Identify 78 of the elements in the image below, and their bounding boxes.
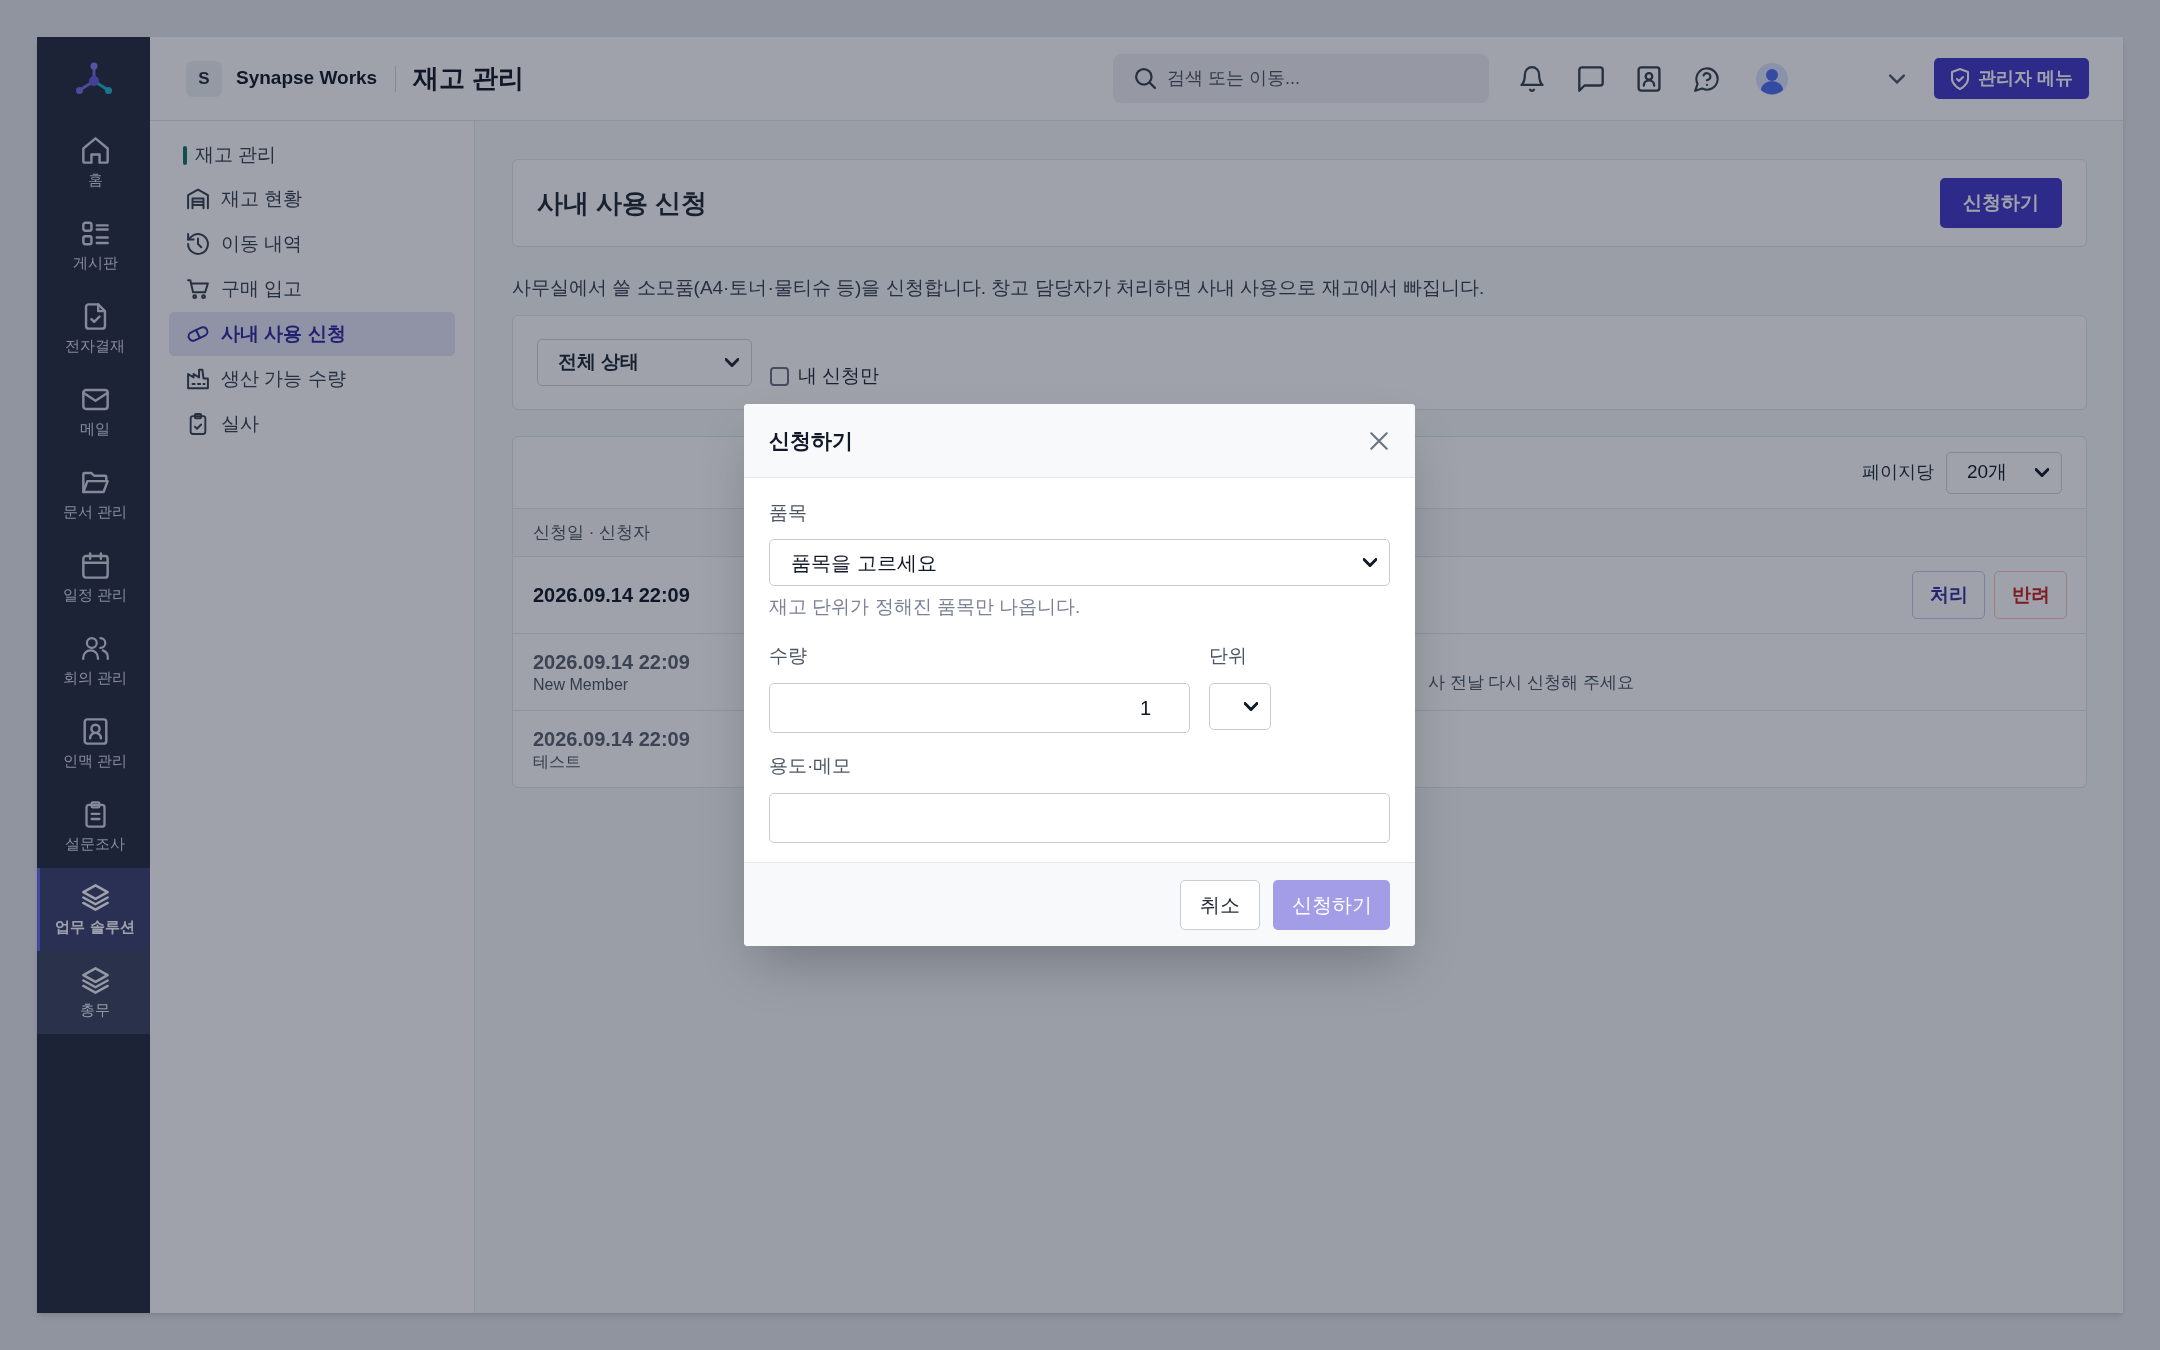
- nav-item[interactable]: 문서 관리: [37, 453, 150, 536]
- contact-card-icon[interactable]: [1637, 65, 1661, 92]
- date-text: 2026.09.14 22:09: [533, 650, 690, 675]
- nav-item[interactable]: 총무: [37, 951, 150, 1034]
- menu-item[interactable]: 구매 입고: [169, 267, 455, 311]
- factory-icon: [187, 368, 209, 390]
- section-heading: 재고 관리: [195, 142, 277, 167]
- search-field[interactable]: 검색 또는 이동...: [1113, 54, 1489, 103]
- warehouse-icon: [187, 188, 209, 210]
- home-icon: [81, 136, 109, 164]
- nav-item[interactable]: 설문조사: [37, 785, 150, 868]
- cancel-button[interactable]: 취소: [1180, 879, 1260, 930]
- quantity-input[interactable]: 1: [769, 683, 1190, 733]
- field-label: 단위: [1209, 644, 1247, 668]
- history-icon: [187, 233, 209, 255]
- search-icon: [1135, 68, 1156, 89]
- shield-check-icon: [1950, 67, 1970, 90]
- checkbox-label: 내 신청만: [798, 364, 880, 388]
- chevron-down-icon: [725, 358, 739, 367]
- avatar-icon[interactable]: [1756, 62, 1788, 95]
- chevron-down-icon: [2035, 468, 2049, 477]
- layers-icon: [81, 883, 109, 911]
- new-request-button[interactable]: 신청하기: [1940, 178, 2062, 228]
- help-icon[interactable]: [1694, 65, 1720, 92]
- field-label: 품목: [769, 501, 807, 525]
- page-title: 재고 관리: [413, 62, 525, 95]
- menu-item[interactable]: 실사: [169, 402, 455, 446]
- section-marker-icon: [183, 145, 187, 165]
- requester-text: 테스트: [533, 752, 581, 772]
- clipboard-check-icon: [187, 413, 209, 435]
- nav-item[interactable]: 게시판: [37, 204, 150, 287]
- users-icon: [81, 634, 109, 662]
- chevron-down-icon[interactable]: [1889, 73, 1905, 84]
- calendar-icon: [81, 551, 109, 579]
- contact-card-icon: [81, 717, 109, 745]
- reject-button[interactable]: 반려: [1994, 571, 2067, 619]
- item-select[interactable]: 품목을 고르세요: [769, 539, 1390, 586]
- chevron-down-icon: [1363, 558, 1377, 567]
- close-icon[interactable]: [1370, 431, 1388, 450]
- field-label: 용도·메모: [769, 754, 852, 778]
- layers-icon: [81, 966, 109, 994]
- nav-item[interactable]: 업무 솔루션: [37, 868, 150, 951]
- nav-item[interactable]: 홈: [37, 121, 150, 204]
- menu-item[interactable]: 이동 내역: [169, 222, 455, 266]
- chevron-down-icon: [1244, 702, 1258, 711]
- date-text: 2026.09.14 22:09: [533, 727, 690, 752]
- date-text: 2026.09.14 22:09: [533, 583, 690, 608]
- status-select[interactable]: 전체 상태: [537, 339, 752, 386]
- nav-item[interactable]: 인맥 관리: [37, 702, 150, 785]
- memo-input[interactable]: [769, 793, 1390, 843]
- field-label: 수량: [769, 644, 807, 668]
- dialog-title: 신청하기: [769, 427, 853, 454]
- nav-item[interactable]: 전자결재: [37, 287, 150, 370]
- nav-item[interactable]: 일정 관리: [37, 536, 150, 619]
- checkbox[interactable]: [770, 366, 789, 386]
- pill-icon: [187, 323, 209, 345]
- logo-icon[interactable]: [74, 62, 113, 96]
- menu-item[interactable]: 재고 현황: [169, 177, 455, 221]
- nav-item[interactable]: 회의 관리: [37, 619, 150, 702]
- per-page-label: 페이지당: [1862, 461, 1934, 484]
- per-page-select[interactable]: 20개: [1946, 451, 2062, 494]
- workspace-badge: S: [186, 60, 222, 97]
- nav-item[interactable]: 메일: [37, 370, 150, 453]
- cart-icon: [187, 278, 209, 300]
- note-text: 사 전날 다시 신청해 주세요: [1427, 673, 1634, 693]
- list-icon: [81, 219, 109, 247]
- chat-icon[interactable]: [1578, 65, 1604, 92]
- menu-item[interactable]: 사내 사용 신청: [169, 312, 455, 356]
- menu-item[interactable]: 생산 가능 수량: [169, 357, 455, 401]
- bell-icon[interactable]: [1519, 65, 1545, 92]
- workspace-name[interactable]: Synapse Works: [236, 64, 378, 93]
- requester-text: New Member: [533, 675, 629, 695]
- column-header: 신청일 · 신청자: [533, 521, 651, 544]
- description-text: 사무실에서 쓸 소모품(A4·토너·물티슈 등)을 신청합니다. 창고 담당자가 처리하면 사내 사용으로 재고에서 빠집니다.: [512, 276, 1486, 300]
- section-title: 사내 사용 신청: [537, 186, 708, 220]
- field-hint: 재고 단위가 정해진 품목만 나옵니다.: [769, 595, 1081, 619]
- admin-menu-button[interactable]: 관리자 메뉴: [1934, 58, 2089, 99]
- approve-button[interactable]: 처리: [1912, 571, 1985, 619]
